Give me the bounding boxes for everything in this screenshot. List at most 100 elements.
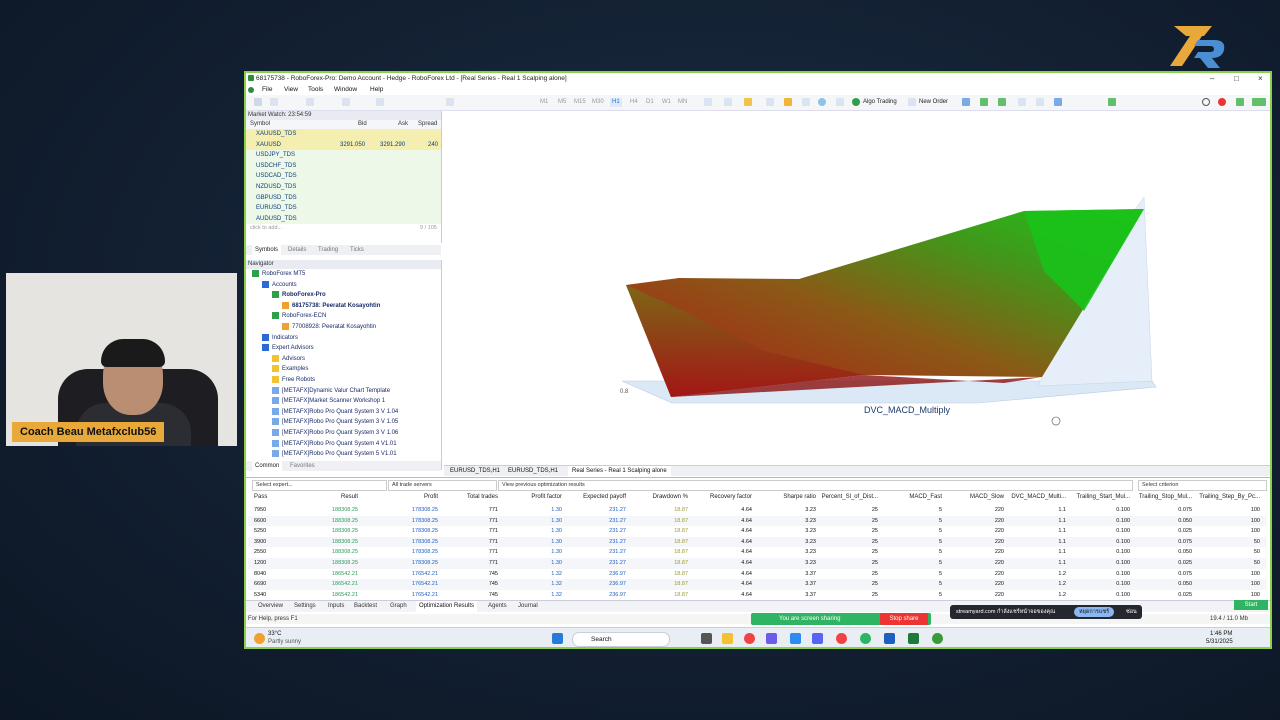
tile-icon[interactable]: [1054, 98, 1062, 106]
taskbar-search[interactable]: Search: [572, 632, 670, 647]
results-col-header[interactable]: Profit factor: [531, 494, 562, 500]
profiles-icon[interactable]: [270, 98, 278, 106]
bars-icon[interactable]: [980, 98, 988, 106]
tab-ticks[interactable]: Ticks: [350, 245, 364, 255]
chart-type-icon[interactable]: [704, 98, 712, 106]
market-row[interactable]: EURUSD_TDS: [246, 203, 441, 214]
new-chart-icon[interactable]: [254, 98, 262, 106]
results-col-header[interactable]: MACD_Fast: [909, 494, 942, 500]
tab-favorites[interactable]: Favorites: [290, 461, 315, 471]
account-icon[interactable]: [1236, 98, 1244, 106]
crosshair-icon[interactable]: [306, 98, 314, 106]
new-order-button[interactable]: New Order: [919, 98, 948, 107]
discord-icon[interactable]: [812, 633, 823, 644]
tester-tab[interactable]: Inputs: [328, 601, 344, 612]
results-row[interactable]: 2550 188308.25 178308.25 771 1.30 231.27 18.87…: [248, 547, 1266, 558]
optimization-3d-chart[interactable]: 0.8 DVC_MACD_Multiply: [444, 111, 1270, 463]
metaeditor-icon[interactable]: [884, 633, 895, 644]
channel-icon[interactable]: [376, 98, 384, 106]
line-app-icon[interactable]: [860, 633, 871, 644]
tf-m30[interactable]: M30: [592, 98, 604, 107]
tester-tab[interactable]: Backtest: [354, 601, 377, 612]
results-row[interactable]: 5340 186542.21 176542.21 745 1.32 236.97 18.87…: [248, 589, 1266, 601]
explorer-icon[interactable]: [722, 633, 733, 644]
task-view-icon[interactable]: [701, 633, 712, 644]
col-ask[interactable]: Ask: [398, 120, 408, 129]
tf-h1[interactable]: H1: [610, 98, 622, 107]
criterion-select[interactable]: Select criterion: [1138, 480, 1267, 491]
results-row[interactable]: 5250 188308.25 178308.25 771 1.30 231.27 18.87…: [248, 526, 1266, 537]
settings-icon[interactable]: [1108, 98, 1116, 106]
templates-icon[interactable]: [744, 98, 752, 106]
results-row[interactable]: 7950 188308.25 178308.25 771 1.30 231.27 18.87…: [248, 505, 1266, 516]
menu-tools[interactable]: Tools: [308, 84, 323, 95]
results-row[interactable]: 6690 186542.21 176542.21 745 1.32 236.97 18.87…: [248, 579, 1266, 590]
navigator-item[interactable]: Expert Advisors: [262, 343, 314, 354]
chart-tab-1[interactable]: EURUSD_TDS,H1: [450, 466, 500, 476]
results-col-header[interactable]: Trailing_Step_By_Pc...: [1199, 494, 1260, 500]
expert-select[interactable]: Select expert...: [252, 480, 387, 491]
stop-sharing-button[interactable]: หยุดการแชร์: [1074, 607, 1115, 617]
algo-trading-icon[interactable]: [852, 98, 860, 106]
menu-view[interactable]: View: [284, 84, 298, 95]
fibo-icon[interactable]: [446, 98, 454, 106]
market-icon[interactable]: [818, 98, 826, 106]
indicators-icon[interactable]: [724, 98, 732, 106]
tf-d1[interactable]: D1: [646, 98, 654, 107]
market-row[interactable]: USDCHF_TDS: [246, 160, 441, 172]
navigator-item[interactable]: [METAFX]Dynamic Valur Chart Template: [272, 386, 390, 397]
tf-w1[interactable]: W1: [662, 98, 671, 107]
app-menu-icon[interactable]: [248, 87, 254, 93]
results-col-header[interactable]: Pass: [254, 494, 267, 500]
tf-m5[interactable]: M5: [558, 98, 566, 107]
results-row[interactable]: 1200 188308.25 178308.25 771 1.30 231.27 18.87…: [248, 558, 1266, 569]
menu-file[interactable]: File: [262, 84, 272, 95]
stop-share-button[interactable]: Stop share: [880, 613, 928, 625]
results-col-header[interactable]: Drawdown %: [653, 494, 688, 500]
navigator-item[interactable]: RoboForex-ECN: [272, 311, 326, 322]
tester-tab[interactable]: Graph: [390, 601, 407, 612]
results-row[interactable]: 8040 186542.21 176542.21 745 1.32 236.97 18.87…: [248, 568, 1266, 580]
minimize-icon[interactable]: –: [1210, 73, 1214, 84]
tab-symbols[interactable]: Symbols: [252, 245, 282, 255]
results-col-header[interactable]: Trailing_Start_Mul...: [1077, 494, 1130, 500]
results-col-header[interactable]: Profit: [424, 494, 438, 500]
col-bid[interactable]: Bid: [358, 120, 367, 129]
zoom-in-icon[interactable]: [1018, 98, 1026, 106]
tester-tab[interactable]: Optimization Results: [416, 601, 478, 612]
previous-results-select[interactable]: View previous optimization results: [498, 480, 1133, 491]
excel-icon[interactable]: [908, 633, 919, 644]
results-col-header[interactable]: Expected payoff: [583, 494, 626, 500]
navigator-item[interactable]: [METAFX]Market Scanner Workshop 1: [272, 396, 385, 407]
market-row[interactable]: AUDUSD_TDS: [246, 213, 441, 225]
results-col-header[interactable]: Percent_Sl_of_Dist...: [822, 494, 878, 500]
notifications-icon[interactable]: [1218, 98, 1226, 106]
navigator-item[interactable]: [METAFX]Robo Pro Quant System 3 V 1.05: [272, 417, 398, 428]
tf-m1[interactable]: M1: [540, 98, 548, 107]
tf-h4[interactable]: H4: [630, 98, 638, 107]
close-icon[interactable]: ×: [1258, 73, 1263, 84]
tester-tab[interactable]: Overview: [258, 601, 283, 612]
navigator-item[interactable]: [METAFX]Robo Pro Quant System 4 V1.01: [272, 439, 397, 450]
col-spread[interactable]: Spread: [418, 120, 437, 129]
zoom-icon[interactable]: [790, 633, 801, 644]
results-row[interactable]: 3900 188308.25 178308.25 771 1.30 231.27 18.87…: [248, 536, 1266, 548]
menu-help[interactable]: Help: [370, 84, 383, 95]
navigator-item[interactable]: RoboForex MT5: [252, 269, 305, 280]
signals-icon[interactable]: [836, 98, 844, 106]
results-col-header[interactable]: Result: [341, 494, 358, 500]
navigator-item[interactable]: Examples: [272, 364, 308, 375]
menu-window[interactable]: Window: [334, 84, 357, 95]
market-row[interactable]: XAUUSD 3291.050 3291.290 240: [246, 139, 441, 151]
market-row[interactable]: USDCAD_TDS: [246, 171, 441, 182]
navigator-item[interactable]: Indicators: [262, 333, 298, 344]
navigator-item[interactable]: RoboForex-Pro: [272, 290, 326, 301]
algo-trading-button[interactable]: Algo Trading: [863, 98, 897, 107]
chrome-profile-icon[interactable]: [836, 633, 847, 644]
market-row[interactable]: NZDUSD_TDS: [246, 182, 441, 193]
navigator-item[interactable]: [METAFX]Robo Pro Quant System 3 V 1.06: [272, 428, 398, 439]
add-symbol-hint[interactable]: click to add...: [250, 225, 282, 231]
line-chart-icon[interactable]: [998, 98, 1006, 106]
navigator-item[interactable]: Accounts: [262, 280, 297, 291]
tab-details[interactable]: Details: [288, 245, 306, 255]
